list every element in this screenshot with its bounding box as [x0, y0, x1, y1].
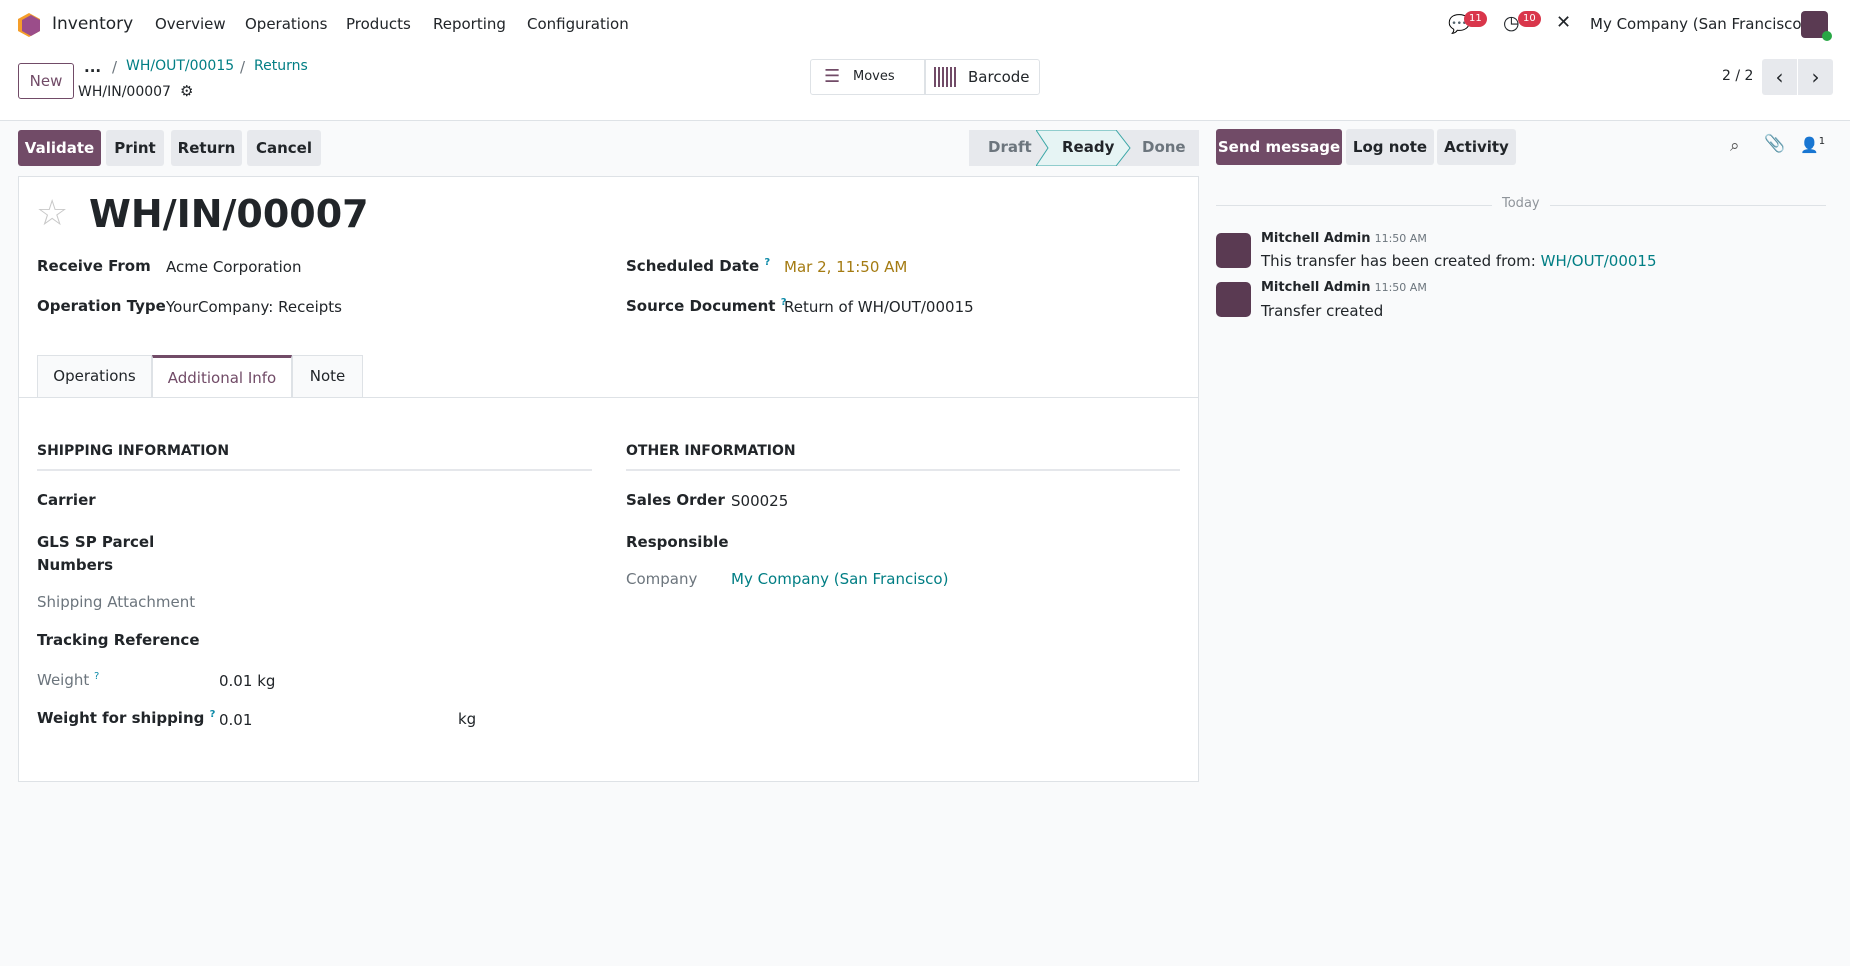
list-icon: ☰ [824, 66, 841, 87]
breadcrumb-current: WH/IN/00007 [78, 84, 171, 100]
scheduled-date-label: Scheduled Date [626, 257, 760, 275]
top-area: Inventory Overview Operations Products R… [0, 0, 1850, 121]
message-time: 11:50 AM [1374, 281, 1427, 294]
moves-label: Moves [853, 69, 895, 84]
menu-reporting[interactable]: Reporting [433, 15, 506, 33]
breadcrumb-ellipsis[interactable]: ... [84, 58, 101, 76]
menu-products[interactable]: Products [346, 15, 411, 33]
menu-configuration[interactable]: Configuration [527, 15, 629, 33]
validate-button[interactable]: Validate [18, 130, 101, 166]
weight-for-shipping-label: Weight for shipping [37, 709, 205, 727]
gear-icon[interactable]: ⚙ [180, 82, 193, 100]
menu-operations[interactable]: Operations [245, 15, 327, 33]
shipping-attachment-label: Shipping Attachment [37, 593, 196, 611]
help-icon[interactable]: ? [210, 709, 216, 720]
search-icon[interactable]: ⌕ [1730, 136, 1740, 156]
barcode-icon [934, 67, 956, 87]
operation-type-value[interactable]: YourCompany: Receipts [166, 298, 342, 316]
weight-for-shipping-uom: kg [458, 710, 477, 728]
weight-uom: kg [257, 672, 276, 690]
tab-operations[interactable]: Operations [37, 355, 152, 397]
responsible-label: Responsible [626, 533, 729, 551]
breadcrumb-wh-out[interactable]: WH/OUT/00015 [126, 58, 234, 74]
messages-badge: 11 [1464, 11, 1487, 27]
author-avatar[interactable] [1216, 233, 1251, 268]
message-author[interactable]: Mitchell Admin [1261, 231, 1370, 246]
status-draft[interactable]: Draft [988, 138, 1032, 156]
weight-for-shipping-input[interactable]: 0.01 [219, 711, 459, 729]
star-icon[interactable]: ☆ [36, 193, 68, 234]
cancel-button[interactable]: Cancel [247, 130, 321, 166]
barcode-button[interactable]: Barcode [925, 59, 1040, 95]
message-time: 11:50 AM [1374, 232, 1427, 245]
operation-type-label: Operation Type [37, 297, 166, 315]
user-avatar[interactable] [1801, 11, 1832, 41]
source-document-label: Source Document [626, 297, 776, 315]
followers-count: 1 [1818, 136, 1826, 147]
sales-order-value[interactable]: S00025 [731, 492, 788, 510]
activity-badge: 10 [1518, 11, 1541, 27]
receive-from-value[interactable]: Acme Corporation [166, 258, 301, 276]
tracking-reference-label: Tracking Reference [37, 631, 200, 649]
gls-label-2: Numbers [37, 556, 114, 574]
company-link[interactable]: My Company (San Francisco) [731, 570, 948, 588]
weight-value: 0.01 [219, 672, 253, 690]
author-avatar[interactable] [1216, 282, 1251, 317]
pager-next-button[interactable]: › [1798, 59, 1833, 95]
today-label: Today [1492, 196, 1550, 211]
shipping-info-header: SHIPPING INFORMATION [37, 443, 592, 471]
receive-from-label: Receive From [37, 257, 151, 275]
company-switcher[interactable]: My Company (San Francisco) [1590, 15, 1807, 33]
status-ready[interactable]: Ready [1062, 138, 1114, 156]
record-title: WH/IN/00007 [89, 192, 369, 236]
status-bar: Draft Ready Done [969, 130, 1199, 166]
other-info-header: OTHER INFORMATION [626, 443, 1180, 471]
tab-note[interactable]: Note [292, 355, 363, 397]
send-message-button[interactable]: Send message [1216, 129, 1342, 165]
return-button[interactable]: Return [171, 130, 242, 166]
message-author[interactable]: Mitchell Admin [1261, 280, 1370, 295]
activity-clock-icon[interactable]: ◷ [1503, 12, 1520, 34]
message-text: This transfer has been created from: [1261, 252, 1541, 270]
status-done[interactable]: Done [1142, 138, 1186, 156]
new-button[interactable]: New [18, 63, 74, 99]
carrier-label: Carrier [37, 491, 96, 509]
sales-order-label: Sales Order [626, 491, 725, 509]
message-link[interactable]: WH/OUT/00015 [1541, 252, 1657, 270]
source-document-value[interactable]: Return of WH/OUT/00015 [784, 298, 974, 316]
pager-previous-button[interactable]: ‹ [1762, 59, 1797, 95]
log-note-button[interactable]: Log note [1346, 129, 1434, 165]
app-name[interactable]: Inventory [52, 14, 133, 34]
followers-icon[interactable]: 👤1 [1800, 136, 1825, 154]
message-text: Transfer created [1261, 302, 1384, 320]
inventory-logo-icon[interactable] [18, 13, 40, 37]
company-label: Company [626, 570, 698, 588]
tools-icon[interactable]: ✕ [1556, 12, 1571, 33]
menu-overview[interactable]: Overview [155, 15, 226, 33]
pager-value[interactable]: 2 / 2 [1722, 68, 1753, 84]
paperclip-icon[interactable]: 📎 [1764, 134, 1785, 154]
scheduled-date-value[interactable]: Mar 2, 11:50 AM [784, 258, 907, 276]
breadcrumb-returns[interactable]: Returns [254, 58, 308, 74]
activity-button[interactable]: Activity [1437, 129, 1516, 165]
print-button[interactable]: Print [106, 130, 164, 166]
help-icon[interactable]: ? [94, 671, 99, 682]
moves-button[interactable]: ☰ Moves [810, 59, 925, 95]
tab-additional-info[interactable]: Additional Info [152, 355, 292, 398]
help-icon[interactable]: ? [764, 257, 770, 268]
gls-label-1: GLS SP Parcel [37, 533, 155, 551]
barcode-label: Barcode [968, 68, 1030, 86]
weight-label: Weight [37, 671, 90, 689]
form-sheet: ☆ WH/IN/00007 Receive From Acme Corporat… [18, 176, 1199, 782]
